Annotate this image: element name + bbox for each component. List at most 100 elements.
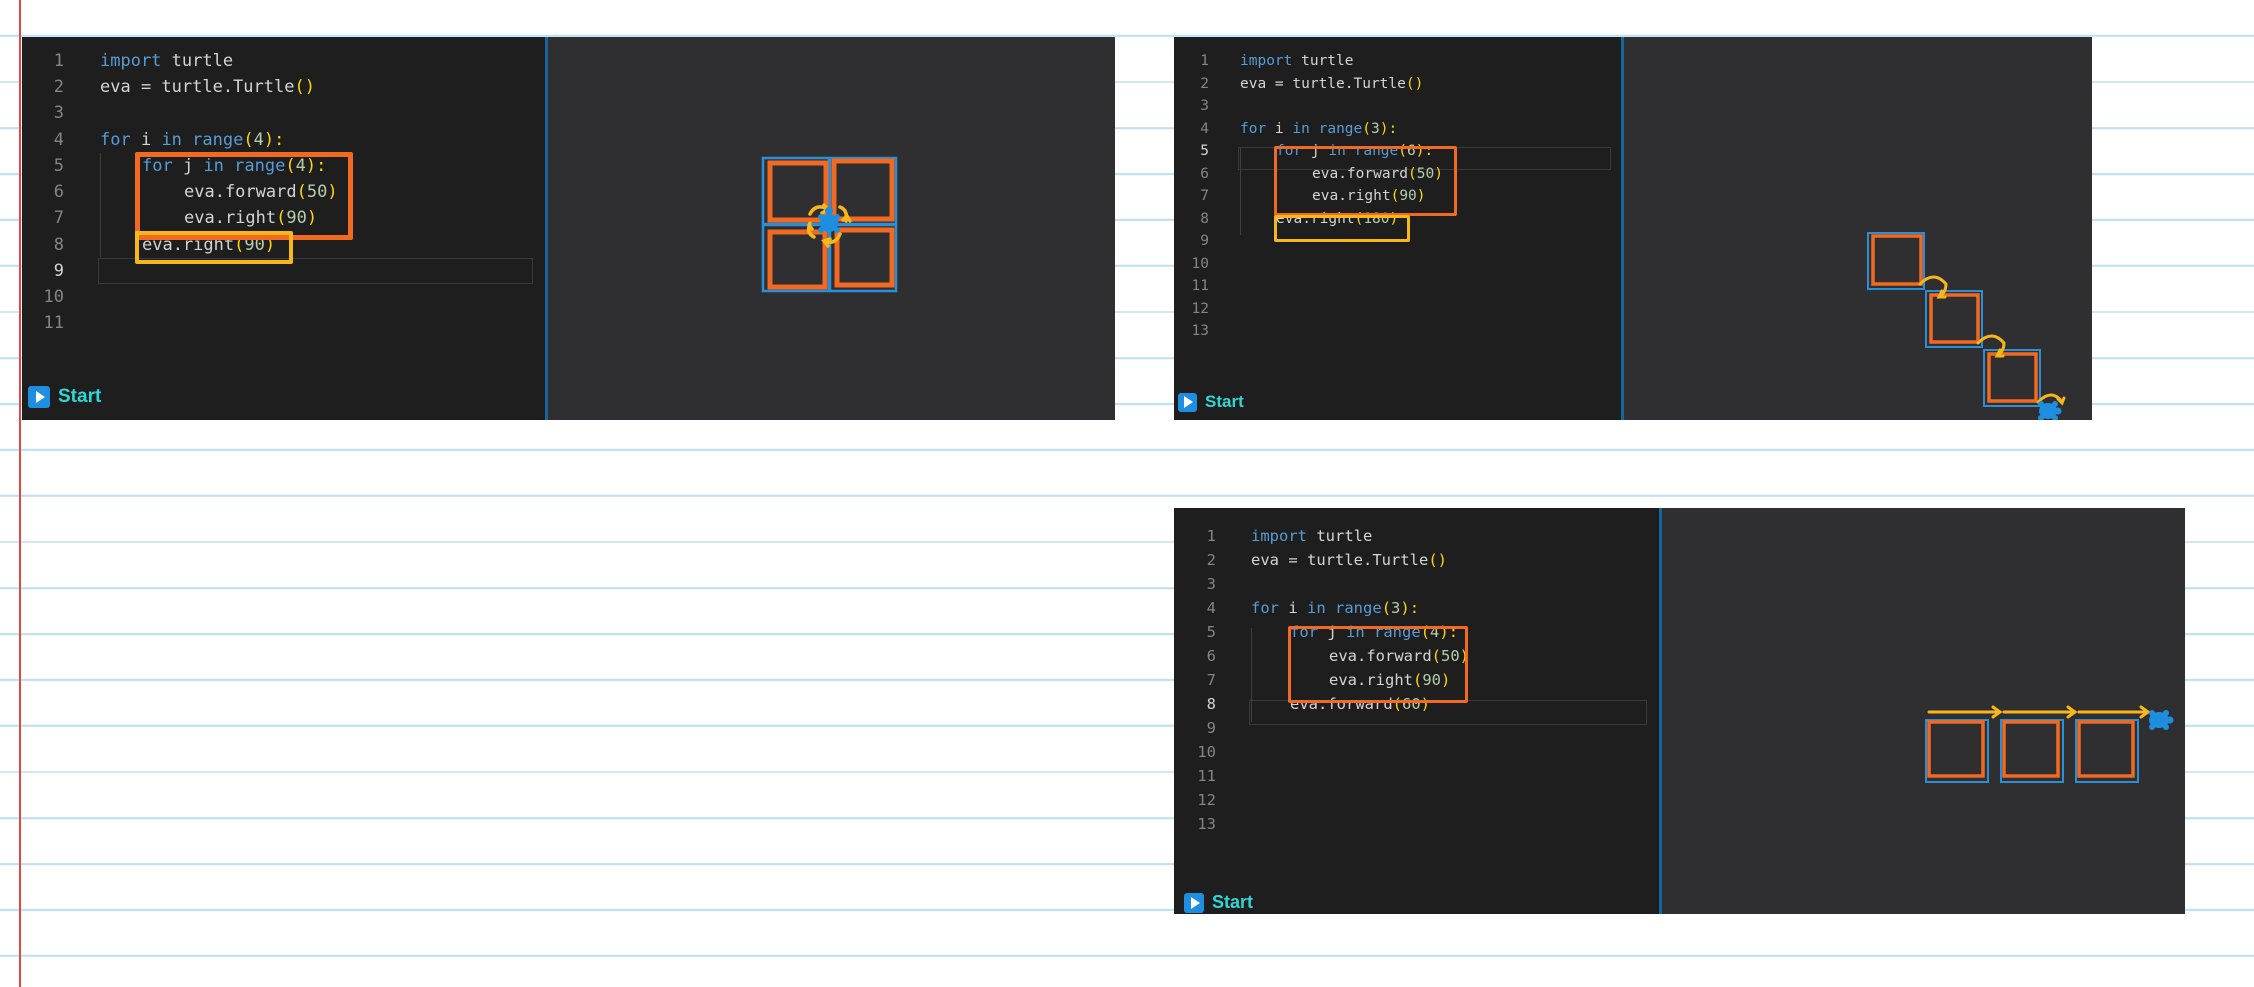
indent-guide — [1240, 147, 1241, 235]
line-number: 2 — [53, 77, 64, 97]
start-button[interactable]: Start — [1184, 892, 1253, 913]
line-number: 3 — [53, 103, 64, 123]
code-editor[interactable]: 1 import turtle 2 eva = turtle.Turtle() 3 … — [1174, 508, 1662, 914]
turtle-icon — [2149, 710, 2174, 730]
code-token: for — [1251, 599, 1279, 617]
notebook-margin-line — [19, 0, 21, 987]
line-number: 11 — [43, 313, 64, 333]
code-token: i — [130, 130, 162, 150]
code-token: 3 — [1391, 599, 1401, 617]
turtle-icon — [2038, 401, 2062, 420]
line-number: 2 — [1206, 551, 1216, 569]
turtle-panel-1: 1 import turtle 2 eva = turtle.Turtle() 3 … — [22, 37, 1115, 420]
line-number: 13 — [1197, 815, 1216, 833]
code-token: ( — [1381, 599, 1392, 617]
code-token: ): — [263, 130, 285, 150]
line-number: 7 — [1200, 188, 1209, 204]
line-number: 12 — [1197, 791, 1216, 809]
play-icon — [28, 386, 50, 408]
indent-guide — [100, 153, 101, 257]
code-token: for — [1240, 121, 1267, 137]
code-token: import — [1240, 53, 1293, 69]
turtle-drawing — [1867, 232, 2066, 420]
line-number: 9 — [53, 261, 64, 281]
turn-statement-highlight — [1274, 215, 1410, 242]
line-number: 6 — [1200, 166, 1209, 182]
line-number: 3 — [1206, 575, 1216, 593]
code-token: range — [1318, 121, 1363, 137]
line-number: 7 — [1206, 671, 1216, 689]
code-editor[interactable]: 1 import turtle 2 eva = turtle.Turtle() 3 … — [1174, 37, 1624, 420]
line-number: 9 — [1200, 233, 1209, 249]
line-number: 8 — [1206, 695, 1216, 713]
play-icon — [1184, 892, 1204, 913]
code-token: in — [1307, 599, 1326, 617]
inner-loop-highlight — [1288, 626, 1468, 703]
code-token: ): — [1379, 121, 1398, 137]
code-token: eva = turtle.Turtle — [100, 77, 295, 97]
start-button[interactable]: Start — [28, 386, 101, 408]
line-number: 9 — [1206, 719, 1216, 737]
line-number: 6 — [1206, 647, 1216, 665]
turtle-panel-2: 1 import turtle 2 eva = turtle.Turtle() 3 … — [1174, 37, 2092, 420]
code-token: ): — [1400, 599, 1420, 617]
line-number: 6 — [53, 182, 64, 202]
code-token: in — [161, 130, 182, 150]
line-number: 5 — [1200, 143, 1209, 159]
line-number: 8 — [1200, 211, 1209, 227]
line-number: 13 — [1191, 323, 1209, 339]
line-number: 4 — [53, 130, 64, 150]
line-number: 1 — [53, 51, 64, 71]
code-token: in — [1292, 121, 1310, 137]
inner-loop-highlight — [1274, 146, 1457, 216]
code-token: ( — [243, 130, 254, 150]
code-token: for — [100, 130, 131, 150]
code-token: range — [192, 130, 244, 150]
line-number: 5 — [53, 156, 64, 176]
line-number: 10 — [1197, 743, 1216, 761]
turtle-canvas — [548, 37, 1115, 420]
code-token: import — [100, 51, 162, 71]
indent-guide — [1251, 628, 1252, 722]
turn-statement-highlight — [135, 231, 293, 264]
line-number: 1 — [1200, 53, 1209, 69]
code-token: () — [294, 77, 315, 97]
turtle-icon — [818, 207, 840, 233]
line-number: 10 — [1191, 256, 1209, 272]
start-button[interactable]: Start — [1178, 392, 1244, 412]
turtle-panel-3: 1 import turtle 2 eva = turtle.Turtle() 3 … — [1174, 508, 2185, 914]
line-number: 10 — [43, 287, 64, 307]
inner-loop-highlight — [135, 152, 353, 240]
code-token: turtle — [161, 51, 234, 71]
code-token: eva = turtle.Turtle — [1240, 76, 1406, 92]
code-token: 4 — [253, 130, 264, 150]
turtle-canvas — [1624, 37, 2092, 420]
line-number: 11 — [1191, 278, 1209, 294]
turtle-drawing — [1925, 705, 2174, 783]
line-number: 1 — [1206, 527, 1216, 545]
turtle-drawing — [761, 156, 898, 293]
start-label: Start — [1205, 392, 1244, 411]
line-number: 8 — [53, 235, 64, 255]
line-number: 11 — [1197, 767, 1216, 785]
code-token: eva = turtle.Turtle — [1251, 551, 1429, 569]
line-number: 5 — [1206, 623, 1216, 641]
line-number: 12 — [1191, 301, 1209, 317]
code-token: 3 — [1371, 121, 1380, 137]
turtle-canvas — [1662, 508, 2185, 914]
start-label: Start — [1212, 892, 1254, 912]
code-token: import — [1251, 527, 1307, 545]
code-token: i — [1266, 121, 1293, 137]
code-token: i — [1279, 599, 1307, 617]
line-number: 7 — [53, 208, 64, 228]
code-token: range — [1335, 599, 1382, 617]
code-token: turtle — [1307, 527, 1373, 545]
play-icon — [1178, 392, 1197, 412]
line-number: 4 — [1200, 121, 1209, 137]
line-number: 2 — [1200, 76, 1209, 92]
code-token: turtle — [1292, 53, 1354, 69]
code-editor[interactable]: 1 import turtle 2 eva = turtle.Turtle() 3 … — [22, 37, 548, 420]
